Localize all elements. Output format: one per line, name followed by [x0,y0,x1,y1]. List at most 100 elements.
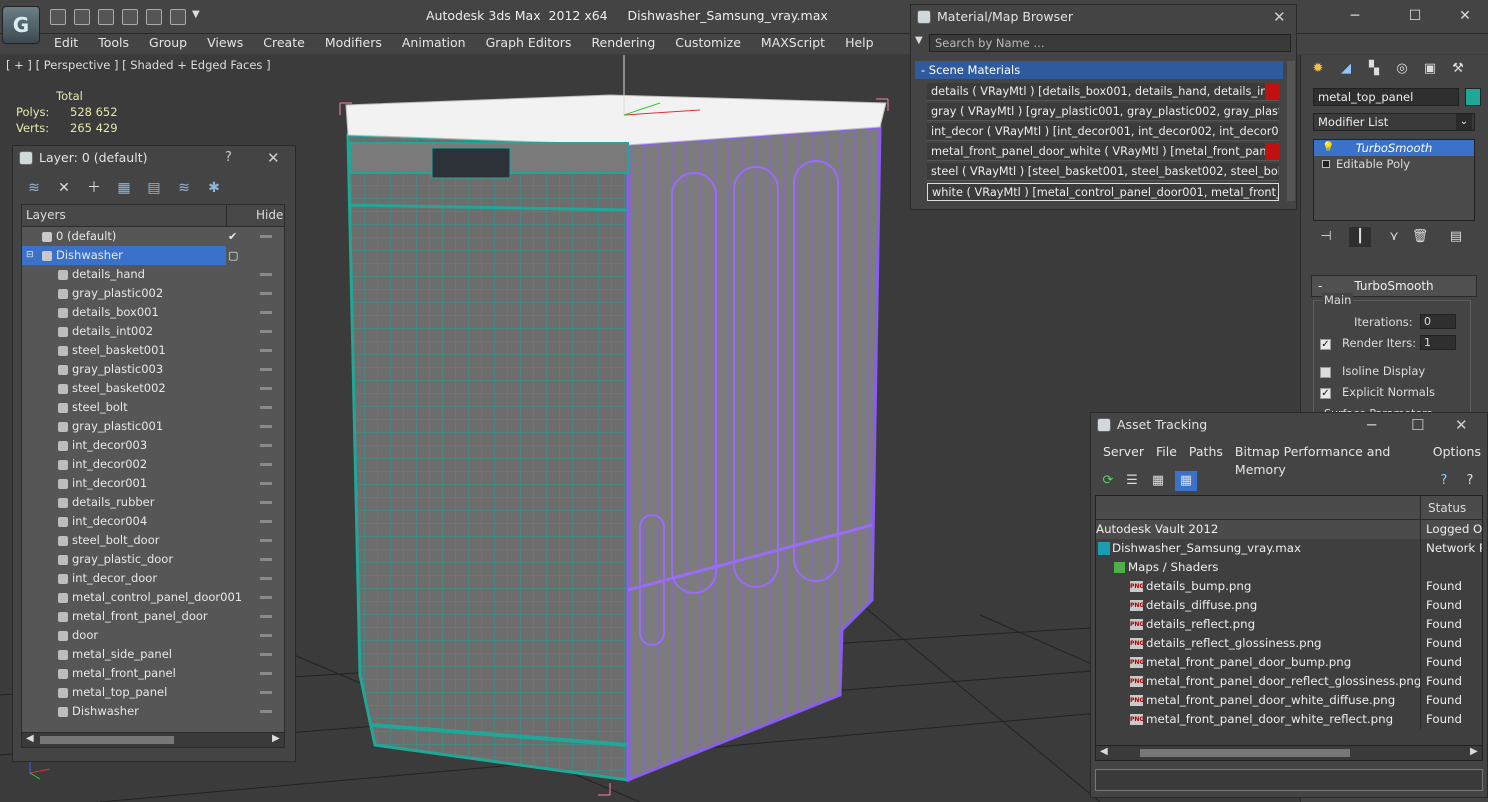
menu-graph-editors[interactable]: Graph Editors [476,34,582,54]
layer-object-row[interactable]: door [22,626,284,645]
make-unique-icon[interactable]: ⋎ [1383,227,1405,247]
collapse-icon[interactable]: ⊟ [26,246,34,265]
material-row[interactable]: details ( VRayMtl ) [details_box001, det… [927,83,1279,101]
hide-toggle[interactable] [260,387,272,390]
layer-object-row[interactable]: gray_plastic_door [22,550,284,569]
layer-object-row[interactable]: int_decor002 [22,455,284,474]
select-in-layer-icon[interactable]: ▦ [113,178,135,198]
material-browser-title-bar[interactable]: Material/Map Browser ✕ [911,5,1296,29]
hide-toggle[interactable] [260,463,272,466]
help-icon[interactable]: ? [225,146,232,170]
app-logo-icon[interactable]: G [2,6,40,44]
hide-toggle[interactable] [260,634,272,637]
layer-object-row[interactable]: int_decor_door [22,569,284,588]
scene-materials-header[interactable]: - Scene Materials [915,61,1283,79]
hide-toggle[interactable] [260,273,272,276]
render-iters-spinner[interactable]: 1 [1420,335,1456,350]
freeze-all-layers-icon[interactable]: ✱ [203,178,225,198]
hide-toggle[interactable] [260,482,272,485]
maximize-icon[interactable]: ☐ [1400,6,1430,26]
undo-icon[interactable] [146,9,162,25]
material-search-input[interactable]: Search by Name ... [929,34,1291,52]
layer-object-row[interactable]: metal_side_panel [22,645,284,664]
close-icon[interactable]: ✕ [1273,5,1286,29]
object-color-swatch[interactable] [1465,88,1481,106]
layer-row-dishwasher[interactable]: ⊟ Dishwasher ▢ [22,246,238,265]
hide-toggle[interactable] [260,330,272,333]
create-tab-icon[interactable]: ✹ [1307,59,1329,79]
menu-rendering[interactable]: Rendering [581,34,665,54]
scroll-thumb[interactable] [1140,749,1350,757]
lightbulb-icon[interactable]: 💡 [1322,140,1334,156]
layer-object-row[interactable]: gray_plastic003 [22,360,284,379]
layer-object-row[interactable]: gray_plastic001 [22,417,284,436]
hide-toggle[interactable] [260,425,272,428]
vault-row[interactable]: Autodesk Vault 2012 Logged Out [1096,520,1482,539]
menu-modifiers[interactable]: Modifiers [315,34,392,54]
stack-item-editable-poly[interactable]: Editable Poly [1314,156,1474,172]
current-layer-check-icon[interactable]: ✔ [228,227,237,246]
minimize-icon[interactable]: ─ [1367,413,1376,437]
asset-file-row[interactable]: PNG details_bump.png Found [1096,577,1482,596]
hide-toggle[interactable] [260,292,272,295]
hide-toggle[interactable] [260,501,272,504]
delete-layer-icon[interactable]: ✕ [53,178,75,198]
utilities-tab-icon[interactable]: ⚒ [1447,59,1469,79]
material-row[interactable]: metal_front_panel_door_white ( VRayMtl )… [927,143,1279,161]
explicit-normals-checkbox[interactable]: ✓ [1320,388,1331,399]
menu-customize[interactable]: Customize [665,34,751,54]
quick-access-dropdown-icon[interactable]: ▼ [192,9,200,20]
hide-toggle[interactable] [260,558,272,561]
close-icon[interactable]: ✕ [267,146,280,170]
set-current-icon[interactable]: ▢ [228,246,238,265]
hold-icon[interactable] [122,9,138,25]
menu-tools[interactable]: Tools [88,34,139,54]
viewport-label[interactable]: [ + ] [ Perspective ] [ Shaded + Edged F… [6,58,271,72]
layer-horizontal-scrollbar[interactable]: ◀ ▶ [21,732,285,748]
asset-file-row[interactable]: PNG details_diffuse.png Found [1096,596,1482,615]
save-icon[interactable] [74,9,90,25]
material-row[interactable]: gray ( VRayMtl ) [gray_plastic001, gray_… [927,103,1279,121]
close-icon[interactable]: ✕ [1455,413,1468,437]
layer-object-row[interactable]: int_decor003 [22,436,284,455]
menu-help[interactable]: Help [835,34,884,54]
thumbnail-view-icon[interactable]: ▦ [1147,471,1169,491]
hierarchy-tab-icon[interactable]: ▚ [1363,59,1385,79]
isoline-display-checkbox[interactable] [1320,367,1331,378]
add-to-layer-icon[interactable]: ＋ [83,178,105,198]
hide-toggle[interactable] [260,406,272,409]
col-status[interactable]: Status [1420,496,1466,520]
asset-file-row[interactable]: PNG details_reflect.png Found [1096,615,1482,634]
scroll-thumb[interactable] [40,736,174,744]
col-layers[interactable]: Layers [26,208,66,222]
layer-object-row[interactable]: details_rubber [22,493,284,512]
new-file-icon[interactable] [98,9,114,25]
layer-panel-title-bar[interactable]: Layer: 0 (default) ? ✕ [13,146,295,170]
asset-file-row[interactable]: PNG metal_front_panel_door_white_reflect.… [1096,710,1482,729]
modifier-list-dropdown[interactable]: Modifier List ⌄ [1313,113,1475,131]
new-layer-icon[interactable]: ≋ [23,178,45,198]
menu-animation[interactable]: Animation [392,34,476,54]
hide-toggle[interactable] [260,520,272,523]
material-row[interactable]: steel ( VRayMtl ) [steel_basket001, stee… [927,163,1279,181]
asset-path-field[interactable] [1095,769,1483,791]
highlight-layer-icon[interactable]: ▤ [143,178,165,198]
layer-row-default[interactable]: 0 (default) ✔ [22,227,284,246]
stack-item-turbosmooth[interactable]: 💡 TurboSmooth [1314,140,1474,156]
layer-object-row[interactable]: steel_bolt [22,398,284,417]
iterations-spinner[interactable]: 0 [1420,314,1456,329]
layer-object-row[interactable]: gray_plastic002 [22,284,284,303]
pin-stack-icon[interactable]: ⊣ [1315,227,1337,247]
layer-object-row[interactable]: details_box001 [22,303,284,322]
motion-tab-icon[interactable]: ◎ [1391,59,1413,79]
asset-horizontal-scrollbar[interactable]: ◀ ▶ [1095,745,1483,761]
modify-tab-icon[interactable]: ◢ [1335,59,1357,79]
material-scrollbar[interactable] [1287,61,1295,201]
hide-toggle[interactable] [260,691,272,694]
asset-file-row[interactable]: PNG metal_front_panel_door_bump.png Found [1096,653,1482,672]
col-hide[interactable]: Hide [256,208,283,222]
menu-group[interactable]: Group [139,34,197,54]
hide-toggle[interactable] [260,368,272,371]
layer-object-row[interactable]: metal_control_panel_door001 [22,588,284,607]
object-name-field[interactable]: metal_top_panel [1313,88,1459,106]
